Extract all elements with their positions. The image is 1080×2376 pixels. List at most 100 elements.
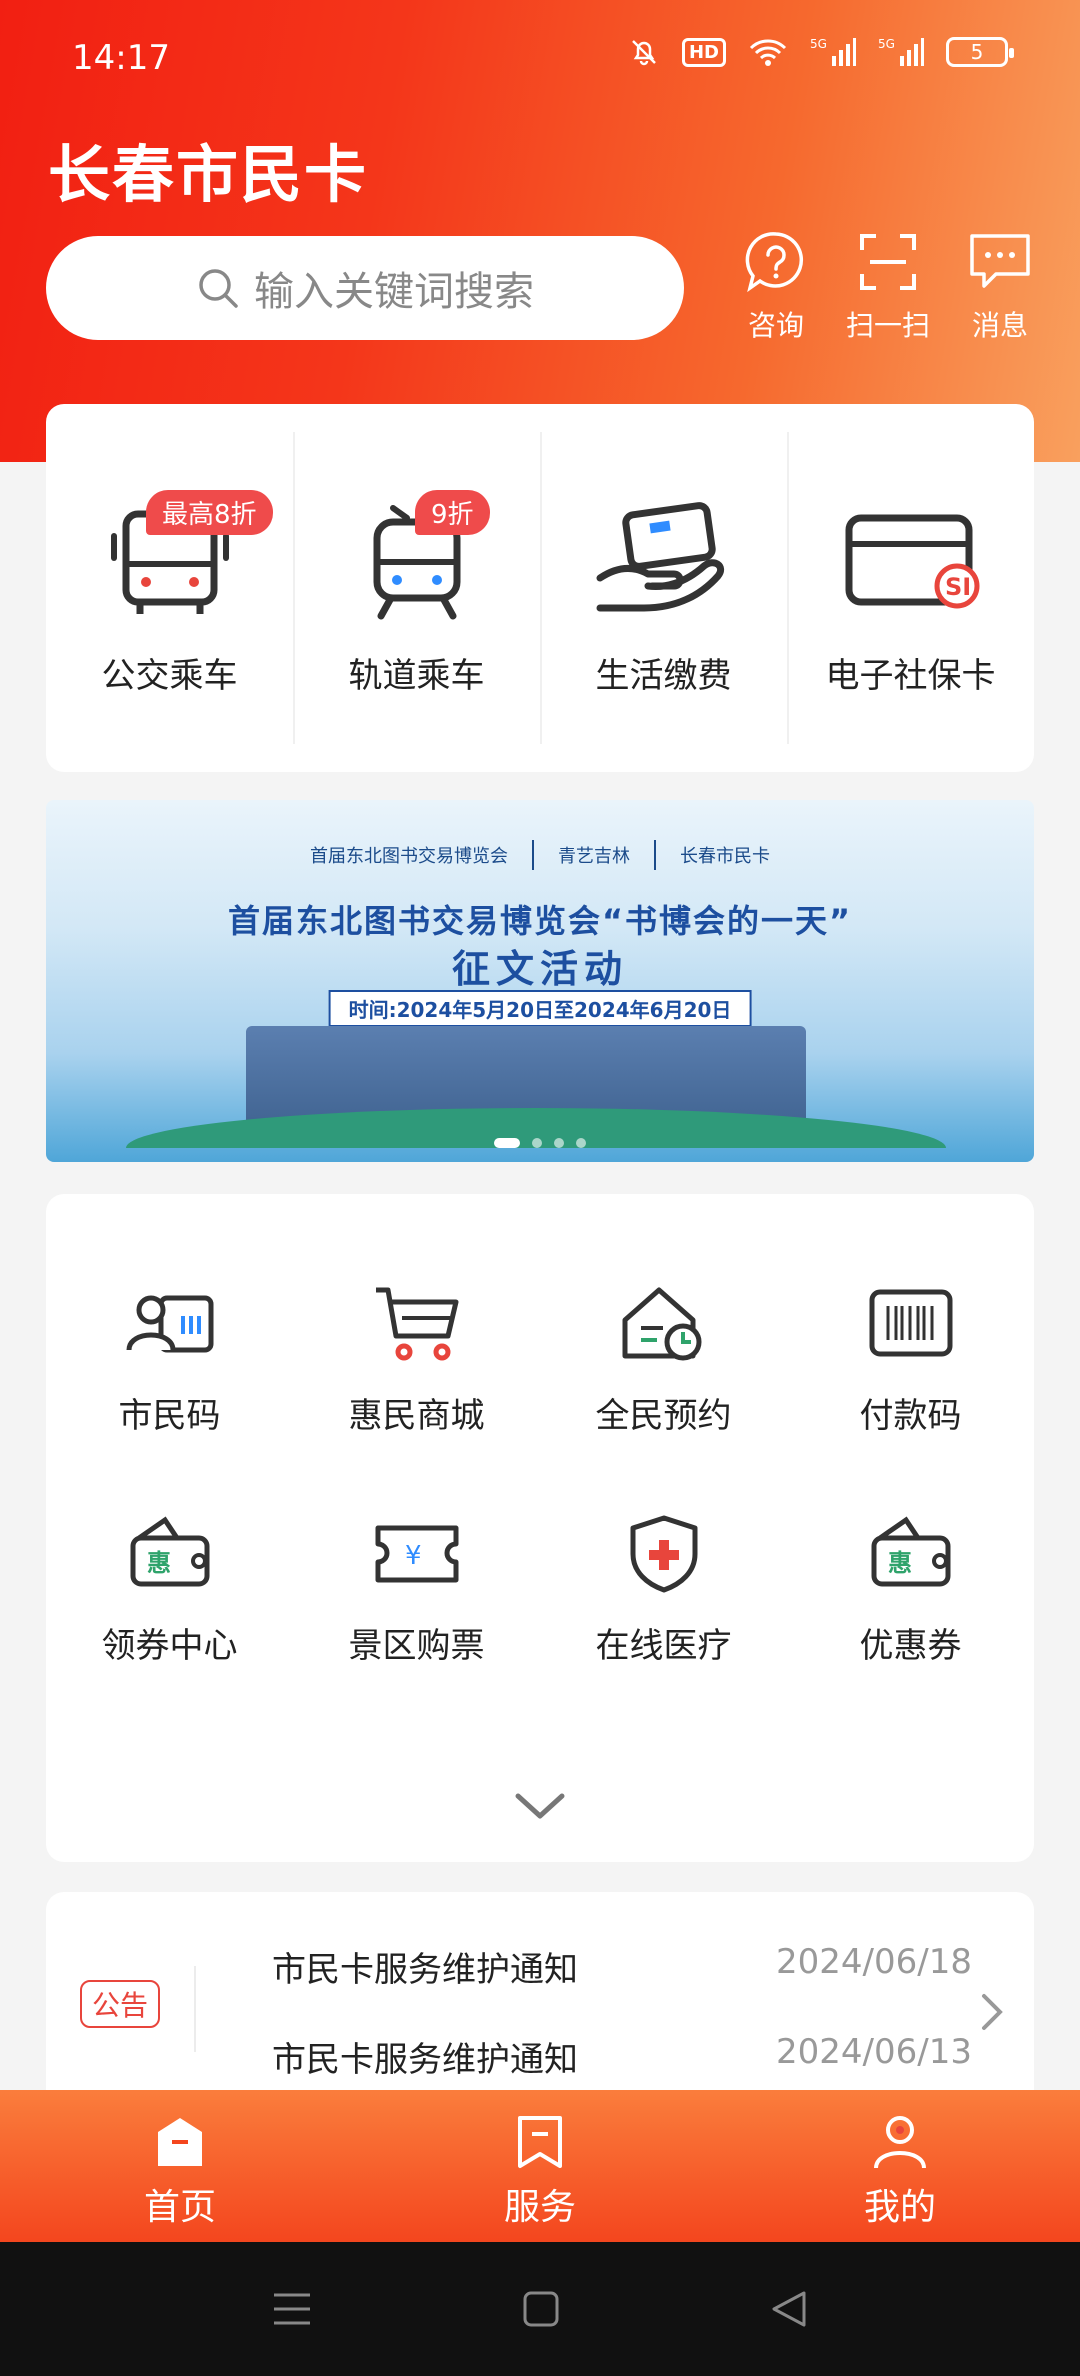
tab-label: 我的 [863, 2187, 936, 2228]
discount-badge: 最高8折 [146, 490, 273, 535]
top-actions: 咨询 扫一扫 消息 [738, 230, 1038, 344]
scan-icon [860, 234, 916, 290]
service-label: 在线医疗 [595, 1626, 732, 1666]
shopping-cart-icon [375, 1287, 458, 1361]
banner-logo-divider [532, 840, 534, 870]
quick-label-social-security: 电子社保卡 [825, 656, 996, 696]
home-icon [158, 2118, 202, 2166]
service-online-medical[interactable]: 在线医疗 [540, 1462, 787, 1732]
messages-label: 消息 [971, 309, 1028, 342]
svg-text:惠: 惠 [147, 1549, 171, 1577]
tab-home[interactable]: 首页 [0, 2090, 360, 2242]
notice-title: 市民卡服务维护通知 [272, 2040, 578, 2080]
svg-text:5G: 5G [878, 37, 895, 51]
bottom-tab-bar: 首页 服务 我的 [0, 2090, 1080, 2242]
medical-shield-icon [630, 1515, 697, 1593]
tab-profile[interactable]: 我的 [720, 2090, 1080, 2242]
promo-banner[interactable]: 首届东北图书交易博览会 青艺吉林 长春市民卡 首届东北图书交易博览会“书博会的一… [46, 800, 1034, 1162]
quick-item-payment[interactable]: 生活缴费 [540, 404, 787, 772]
notice-tag: 公告 [80, 1980, 161, 2028]
hd-badge: HD [681, 37, 726, 67]
message-icon [970, 234, 1030, 288]
quick-item-bus[interactable]: 最高8折 公交乘车 [46, 404, 293, 772]
search-icon [199, 269, 238, 308]
search-input[interactable]: 输入关键词搜索 [46, 236, 684, 340]
svg-text:惠: 惠 [888, 1549, 912, 1577]
service-label: 付款码 [859, 1396, 962, 1436]
discount-wallet-icon: 惠 [871, 1516, 950, 1587]
consult-label: 咨询 [747, 309, 804, 342]
social-security-card-icon: SI [845, 514, 979, 609]
quick-item-metro[interactable]: 9折 轨道乘车 [293, 404, 540, 772]
banner-dot [576, 1138, 586, 1148]
banner-logo-fair: 首届东北图书交易博览会 [310, 846, 508, 867]
notice-divider [194, 1966, 196, 2052]
discount-badge-metro: 9折 [415, 490, 490, 535]
tab-label: 首页 [143, 2187, 216, 2228]
battery-level: 5 [970, 40, 984, 64]
banner-dot [494, 1138, 520, 1148]
profile-icon [874, 2116, 926, 2169]
tab-services[interactable]: 服务 [360, 2090, 720, 2242]
search-placeholder: 输入关键词搜索 [254, 269, 534, 315]
quick-label-bus: 公交乘车 [101, 656, 238, 696]
status-time: 14:17 [72, 38, 170, 78]
banner-subtitle: 征文活动 [451, 947, 628, 991]
quick-label-metro: 轨道乘车 [348, 656, 485, 696]
mute-bell-icon [632, 40, 656, 66]
svg-text:¥: ¥ [405, 1541, 422, 1571]
quick-services-card: 最高8折 公交乘车 9折 轨道乘车 生活缴费 SI 电子社保卡 [46, 404, 1034, 772]
status-bar: 14:17 HD 5G 5G 5 [0, 0, 1080, 120]
service-scenic-ticket[interactable]: ¥ 景区购票 [293, 1462, 540, 1732]
back-triangle-icon[interactable] [770, 2290, 808, 2328]
wifi-icon [749, 39, 787, 66]
status-icons: HD 5G 5G 5 [628, 36, 1014, 68]
services-card: 市民码 惠民商城 全民预约 付款码 惠 领券中心 ¥ 景区购票 在线医疗 惠 优… [46, 1194, 1034, 1862]
service-discount-coupon[interactable]: 惠 优惠券 [787, 1462, 1034, 1732]
banner-pagination [494, 1138, 586, 1148]
messages-button[interactable]: 消息 [962, 230, 1038, 344]
banner-dot [554, 1138, 564, 1148]
quick-label-payment: 生活缴费 [595, 656, 732, 696]
battery-indicator: 5 [946, 37, 1014, 67]
app-title: 长春市民卡 [48, 138, 369, 211]
home-square-icon[interactable] [522, 2290, 560, 2328]
banner-logo-citizen-card: 长春市民卡 [680, 846, 770, 867]
service-payment-code[interactable]: 付款码 [787, 1194, 1034, 1462]
scan-button[interactable]: 扫一扫 [846, 230, 930, 344]
notice-card[interactable]: 公告 市民卡服务维护通知 2024/06/18 市民卡服务维护通知 2024/0… [46, 1892, 1034, 2092]
service-appointment[interactable]: 全民预约 [540, 1194, 787, 1462]
chevron-right-icon[interactable] [980, 1992, 1004, 2032]
payment-hand-icon [596, 502, 724, 612]
banner-logo-qingyi: 青艺吉林 [558, 846, 630, 867]
quick-item-social-security[interactable]: SI 电子社保卡 [787, 404, 1034, 772]
signal-5g-icon: 5G [810, 37, 856, 66]
coupon-wallet-icon: 惠 [130, 1516, 209, 1587]
scan-label: 扫一扫 [846, 309, 931, 342]
notice-item[interactable]: 市民卡服务维护通知 2024/06/13 [272, 2032, 972, 2081]
help-bubble-icon [745, 232, 803, 293]
service-label: 优惠券 [859, 1626, 962, 1666]
svg-text:5G: 5G [810, 37, 827, 51]
service-coupon-center[interactable]: 惠 领券中心 [46, 1462, 293, 1732]
menu-icon[interactable] [272, 2291, 312, 2327]
citizen-code-icon [126, 1295, 213, 1353]
service-label: 惠民商城 [348, 1396, 485, 1436]
banner-title: 首届东北图书交易博览会“书博会的一天” [227, 902, 853, 940]
tab-label: 服务 [503, 2187, 576, 2228]
banner-logo-divider-2 [654, 840, 656, 870]
notice-date: 2024/06/18 [776, 1942, 972, 1982]
service-mall[interactable]: 惠民商城 [293, 1194, 540, 1462]
services-grid: 市民码 惠民商城 全民预约 付款码 惠 领券中心 ¥ 景区购票 在线医疗 惠 优… [46, 1194, 1034, 1732]
service-citizen-code[interactable]: 市民码 [46, 1194, 293, 1462]
chevron-down-icon[interactable] [514, 1790, 566, 1822]
banner-dot [532, 1138, 542, 1148]
banner-logos: 首届东北图书交易博览会 青艺吉林 长春市民卡 [46, 840, 1034, 870]
barcode-icon [869, 1289, 952, 1357]
system-navigation-bar [0, 2242, 1080, 2376]
notice-item[interactable]: 市民卡服务维护通知 2024/06/18 [272, 1942, 972, 1991]
ticket-icon: ¥ [375, 1525, 458, 1583]
notice-date: 2024/06/13 [776, 2032, 972, 2072]
service-bookmark-icon [518, 2116, 562, 2168]
consult-button[interactable]: 咨询 [738, 230, 814, 344]
